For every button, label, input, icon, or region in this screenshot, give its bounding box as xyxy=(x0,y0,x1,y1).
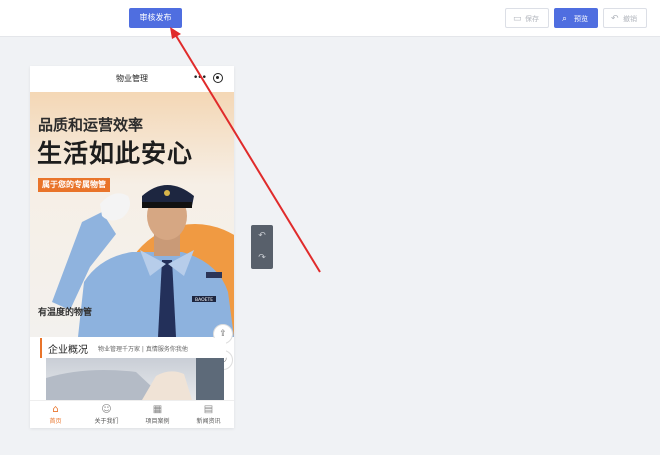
annotation-arrow xyxy=(170,27,321,273)
